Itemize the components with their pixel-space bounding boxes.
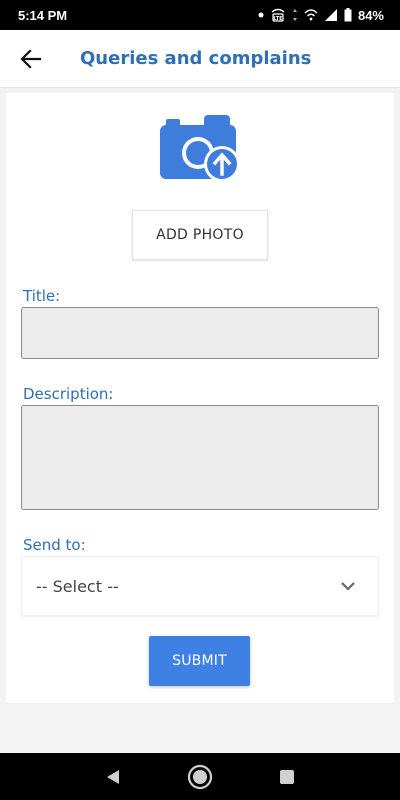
chevron-down-icon <box>341 582 355 591</box>
home-circle-icon <box>187 764 213 789</box>
back-triangle-icon <box>107 769 120 784</box>
page-title: Queries and complains <box>80 48 312 69</box>
nav-home-button[interactable] <box>180 757 220 797</box>
add-photo-button[interactable]: ADD PHOTO <box>132 210 268 260</box>
description-input[interactable] <box>21 405 379 510</box>
volte-icon: LTE <box>271 8 285 22</box>
title-input[interactable] <box>21 307 379 359</box>
recents-square-icon <box>279 769 294 784</box>
back-button[interactable] <box>0 30 62 88</box>
submit-button[interactable]: SUBMIT <box>149 636 250 686</box>
status-time: 5:14 PM <box>18 7 68 23</box>
send-to-select[interactable]: -- Select -- <box>21 556 379 616</box>
svg-text:LTE: LTE <box>273 16 283 22</box>
battery-icon <box>344 8 352 22</box>
nav-back-button[interactable] <box>93 757 133 797</box>
description-label: Description: <box>23 385 114 403</box>
status-icons: LTE 84% <box>258 7 384 23</box>
wifi-icon <box>304 9 318 21</box>
complaint-form-card: ADD PHOTO Title: Description: Send to: -… <box>6 93 394 703</box>
app-bar: Queries and complains <box>0 30 400 88</box>
arrow-left-icon <box>20 48 42 69</box>
notification-dot-icon <box>258 12 264 18</box>
system-nav-bar <box>0 753 400 800</box>
camera-upload-icon[interactable] <box>160 113 242 185</box>
status-bar: 5:14 PM LTE 84% <box>0 0 400 30</box>
data-arrows-icon <box>292 9 297 21</box>
signal-icon <box>324 9 337 21</box>
battery-percent: 84% <box>357 7 384 23</box>
title-label: Title: <box>23 287 61 305</box>
send-to-selected-value: -- Select -- <box>36 576 119 596</box>
nav-recents-button[interactable] <box>267 757 307 797</box>
send-to-label: Send to: <box>23 536 86 554</box>
